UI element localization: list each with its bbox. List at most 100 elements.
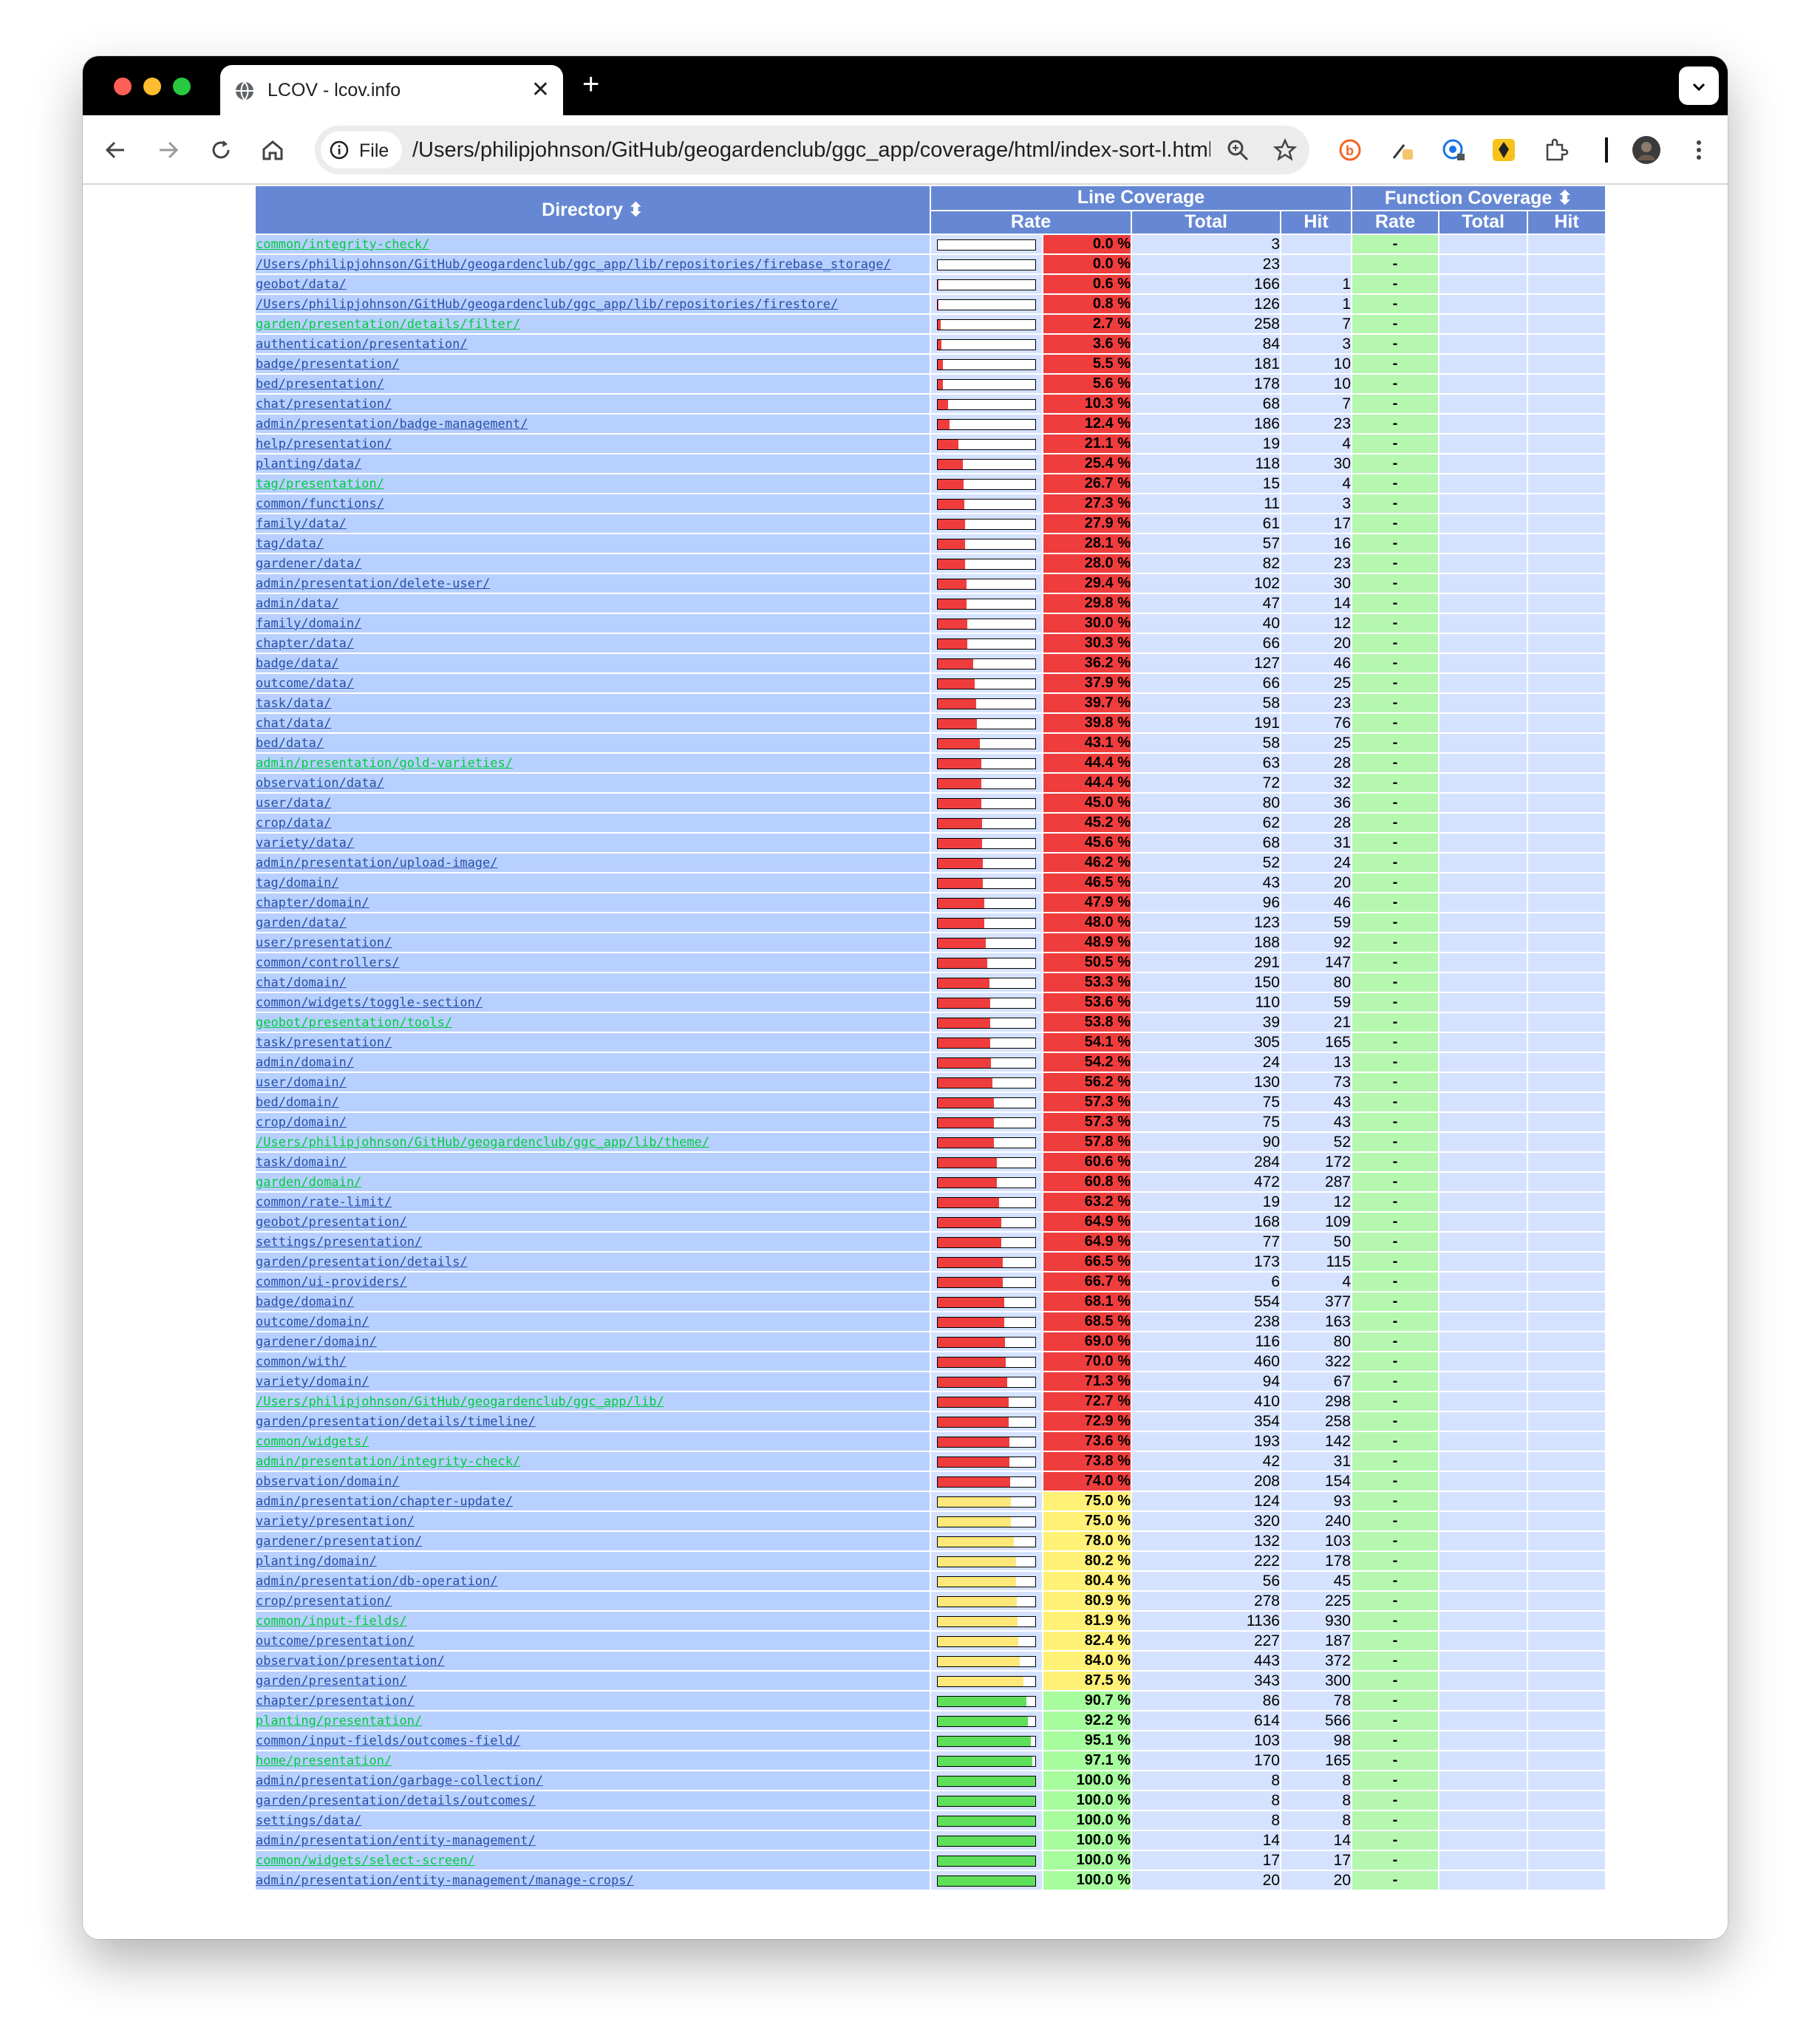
directory-link[interactable]: tag/data/: [256, 536, 324, 551]
directory-link[interactable]: garden/presentation/details/outcomes/: [256, 1793, 536, 1808]
directory-link[interactable]: gardener/data/: [256, 556, 361, 571]
directory-link[interactable]: admin/presentation/entity-management/man…: [256, 1873, 634, 1888]
directory-link[interactable]: badge/domain/: [256, 1295, 354, 1309]
directory-link[interactable]: task/data/: [256, 696, 331, 711]
directory-link[interactable]: outcome/presentation/: [256, 1634, 415, 1649]
home-icon[interactable]: [259, 136, 287, 164]
directory-link[interactable]: admin/presentation/chapter-update/: [256, 1494, 513, 1509]
directory-link[interactable]: user/presentation/: [256, 936, 392, 950]
directory-link[interactable]: gardener/domain/: [256, 1335, 377, 1349]
bookmark-star-icon[interactable]: [1272, 137, 1298, 163]
directory-link[interactable]: common/controllers/: [256, 955, 399, 970]
directory-link[interactable]: garden/presentation/: [256, 1674, 407, 1689]
zoom-icon[interactable]: [1225, 137, 1250, 163]
directory-link[interactable]: admin/presentation/integrity-check/: [256, 1454, 520, 1469]
directory-link[interactable]: admin/presentation/upload-image/: [256, 856, 498, 871]
directory-link[interactable]: crop/data/: [256, 816, 331, 831]
directory-link[interactable]: common/widgets/: [256, 1434, 369, 1449]
directory-link[interactable]: observation/presentation/: [256, 1654, 445, 1669]
back-arrow-icon[interactable]: [102, 136, 130, 164]
directory-link[interactable]: observation/data/: [256, 776, 384, 791]
directory-link[interactable]: settings/data/: [256, 1813, 361, 1828]
more-menu-icon[interactable]: [1685, 136, 1713, 164]
directory-link[interactable]: admin/presentation/delete-user/: [256, 576, 490, 591]
directory-link[interactable]: task/presentation/: [256, 1035, 392, 1050]
directory-link[interactable]: bed/presentation/: [256, 377, 384, 392]
directory-link[interactable]: chat/domain/: [256, 975, 347, 990]
directory-link[interactable]: /Users/philipjohnson/GitHub/geogardenclu…: [256, 257, 891, 272]
directory-link[interactable]: /Users/philipjohnson/GitHub/geogardenclu…: [256, 1135, 709, 1150]
directory-link[interactable]: chapter/data/: [256, 636, 354, 651]
directory-link[interactable]: chat/data/: [256, 716, 331, 731]
profile-avatar[interactable]: [1632, 135, 1661, 165]
password-manager-extension-icon[interactable]: [1439, 136, 1468, 164]
directory-link[interactable]: family/data/: [256, 517, 347, 531]
directory-link[interactable]: /Users/philipjohnson/GitHub/geogardenclu…: [256, 1394, 664, 1409]
directory-link[interactable]: garden/presentation/details/: [256, 1255, 468, 1270]
minimize-window-button[interactable]: [143, 78, 161, 95]
directory-link[interactable]: common/input-fields/outcomes-field/: [256, 1734, 520, 1748]
directory-link[interactable]: variety/presentation/: [256, 1514, 415, 1529]
extension-diamond-icon[interactable]: [1490, 136, 1518, 164]
directory-link[interactable]: /Users/philipjohnson/GitHub/geogardenclu…: [256, 297, 838, 312]
directory-link[interactable]: common/input-fields/: [256, 1614, 407, 1629]
directory-link[interactable]: common/widgets/select-screen/: [256, 1853, 475, 1868]
directory-link[interactable]: outcome/data/: [256, 676, 354, 691]
tab-active[interactable]: LCOV - lcov.info ✕: [220, 65, 563, 115]
directory-link[interactable]: common/rate-limit/: [256, 1195, 392, 1210]
extension-b-icon[interactable]: b: [1336, 136, 1364, 164]
directory-link[interactable]: common/functions/: [256, 497, 384, 511]
forward-arrow-icon[interactable]: [154, 136, 182, 164]
directory-link[interactable]: task/domain/: [256, 1155, 347, 1170]
directory-link[interactable]: bed/domain/: [256, 1095, 339, 1110]
close-window-button[interactable]: [114, 78, 132, 95]
directory-link[interactable]: bed/data/: [256, 736, 324, 751]
directory-link[interactable]: badge/data/: [256, 656, 339, 671]
directory-link[interactable]: garden/domain/: [256, 1175, 361, 1190]
directory-link[interactable]: geobot/presentation/: [256, 1215, 407, 1230]
directory-link[interactable]: settings/presentation/: [256, 1235, 422, 1250]
directory-link[interactable]: planting/data/: [256, 457, 361, 471]
directory-link[interactable]: admin/presentation/entity-management/: [256, 1833, 536, 1848]
reload-icon[interactable]: [207, 136, 235, 164]
directory-link[interactable]: user/domain/: [256, 1075, 347, 1090]
directory-link[interactable]: variety/domain/: [256, 1374, 369, 1389]
directory-link[interactable]: common/ui-providers/: [256, 1275, 407, 1290]
directory-link[interactable]: crop/presentation/: [256, 1594, 392, 1609]
directory-link[interactable]: planting/presentation/: [256, 1714, 422, 1728]
directory-link[interactable]: chat/presentation/: [256, 397, 392, 412]
directory-link[interactable]: home/presentation/: [256, 1754, 392, 1768]
directory-link[interactable]: common/widgets/toggle-section/: [256, 995, 483, 1010]
directory-link[interactable]: geobot/data/: [256, 277, 347, 292]
directory-link[interactable]: garden/presentation/details/timeline/: [256, 1414, 536, 1429]
directory-link[interactable]: authentication/presentation/: [256, 337, 468, 352]
directory-link[interactable]: family/domain/: [256, 616, 361, 631]
directory-link[interactable]: garden/data/: [256, 916, 347, 930]
puzzle-extensions-icon[interactable]: [1541, 136, 1570, 164]
directory-link[interactable]: gardener/presentation/: [256, 1534, 422, 1549]
directory-link[interactable]: user/data/: [256, 796, 331, 811]
directory-link[interactable]: admin/presentation/gold-varieties/: [256, 756, 513, 771]
directory-link[interactable]: variety/data/: [256, 836, 354, 851]
directory-link[interactable]: admin/domain/: [256, 1055, 354, 1070]
directory-link[interactable]: crop/domain/: [256, 1115, 347, 1130]
directory-link[interactable]: outcome/domain/: [256, 1315, 369, 1329]
directory-link[interactable]: badge/presentation/: [256, 357, 399, 372]
url-text[interactable]: /Users/philipjohnson/GitHub/geogardenclu…: [412, 138, 1210, 163]
directory-link[interactable]: chapter/domain/: [256, 896, 369, 910]
directory-link[interactable]: help/presentation/: [256, 437, 392, 452]
directory-link[interactable]: tag/presentation/: [256, 477, 384, 491]
tab-search-button[interactable]: [1679, 67, 1719, 105]
directory-header[interactable]: Directory ⬍: [256, 186, 930, 234]
directory-link[interactable]: observation/domain/: [256, 1474, 399, 1489]
directory-link[interactable]: admin/presentation/db-operation/: [256, 1574, 498, 1589]
directory-link[interactable]: admin/data/: [256, 596, 339, 611]
directory-link[interactable]: geobot/presentation/tools/: [256, 1015, 452, 1030]
directory-link[interactable]: planting/domain/: [256, 1554, 377, 1569]
directory-link[interactable]: chapter/presentation/: [256, 1694, 415, 1709]
zoom-window-button[interactable]: [173, 78, 191, 95]
new-tab-button[interactable]: +: [582, 68, 599, 101]
directory-link[interactable]: common/integrity-check/: [256, 237, 429, 252]
close-icon[interactable]: ✕: [531, 77, 550, 103]
directory-link[interactable]: tag/domain/: [256, 876, 339, 890]
